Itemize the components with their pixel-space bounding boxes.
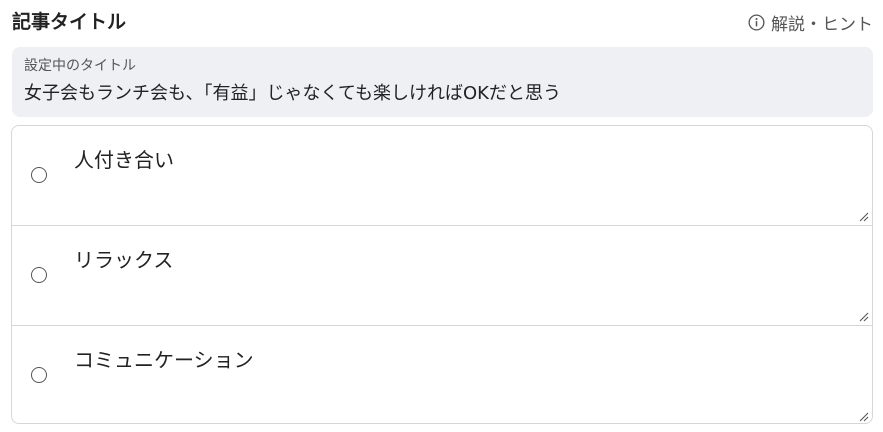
current-title-value: 女子会もランチ会も、「有益」じゃなくても楽しければOKだと思う [24, 83, 561, 104]
option-text[interactable]: コミュニケーション [74, 346, 254, 374]
option-text[interactable]: 人付き合い [74, 146, 174, 174]
option-list: 人付き合い リラックス コミュニケーション [11, 125, 873, 424]
current-title-panel: 設定中のタイトル 女子会もランチ会も、「有益」じゃなくても楽しければOKだと思う [12, 47, 873, 117]
current-title-label: 設定中のタイトル [24, 58, 136, 74]
resize-handle-icon[interactable] [859, 212, 869, 222]
option-row[interactable]: コミュニケーション [12, 326, 872, 423]
option-row[interactable]: リラックス [12, 226, 872, 326]
resize-handle-icon[interactable] [859, 312, 869, 322]
option-text[interactable]: リラックス [74, 246, 173, 274]
hint-link[interactable]: 解説・ヒント [748, 9, 873, 35]
radio-button[interactable] [31, 167, 47, 183]
option-row[interactable]: 人付き合い [12, 126, 872, 226]
section-title: 記事タイトル [12, 11, 127, 33]
info-circle-icon [748, 13, 765, 31]
radio-button[interactable] [31, 267, 47, 283]
resize-handle-icon[interactable] [859, 412, 869, 422]
radio-button[interactable] [31, 367, 47, 383]
hint-link-label: 解説・ヒント [771, 14, 873, 35]
article-title-section: 記事タイトル 解説・ヒント 設定中のタイトル 女子会もランチ会も、「有益」じゃな… [0, 0, 883, 432]
